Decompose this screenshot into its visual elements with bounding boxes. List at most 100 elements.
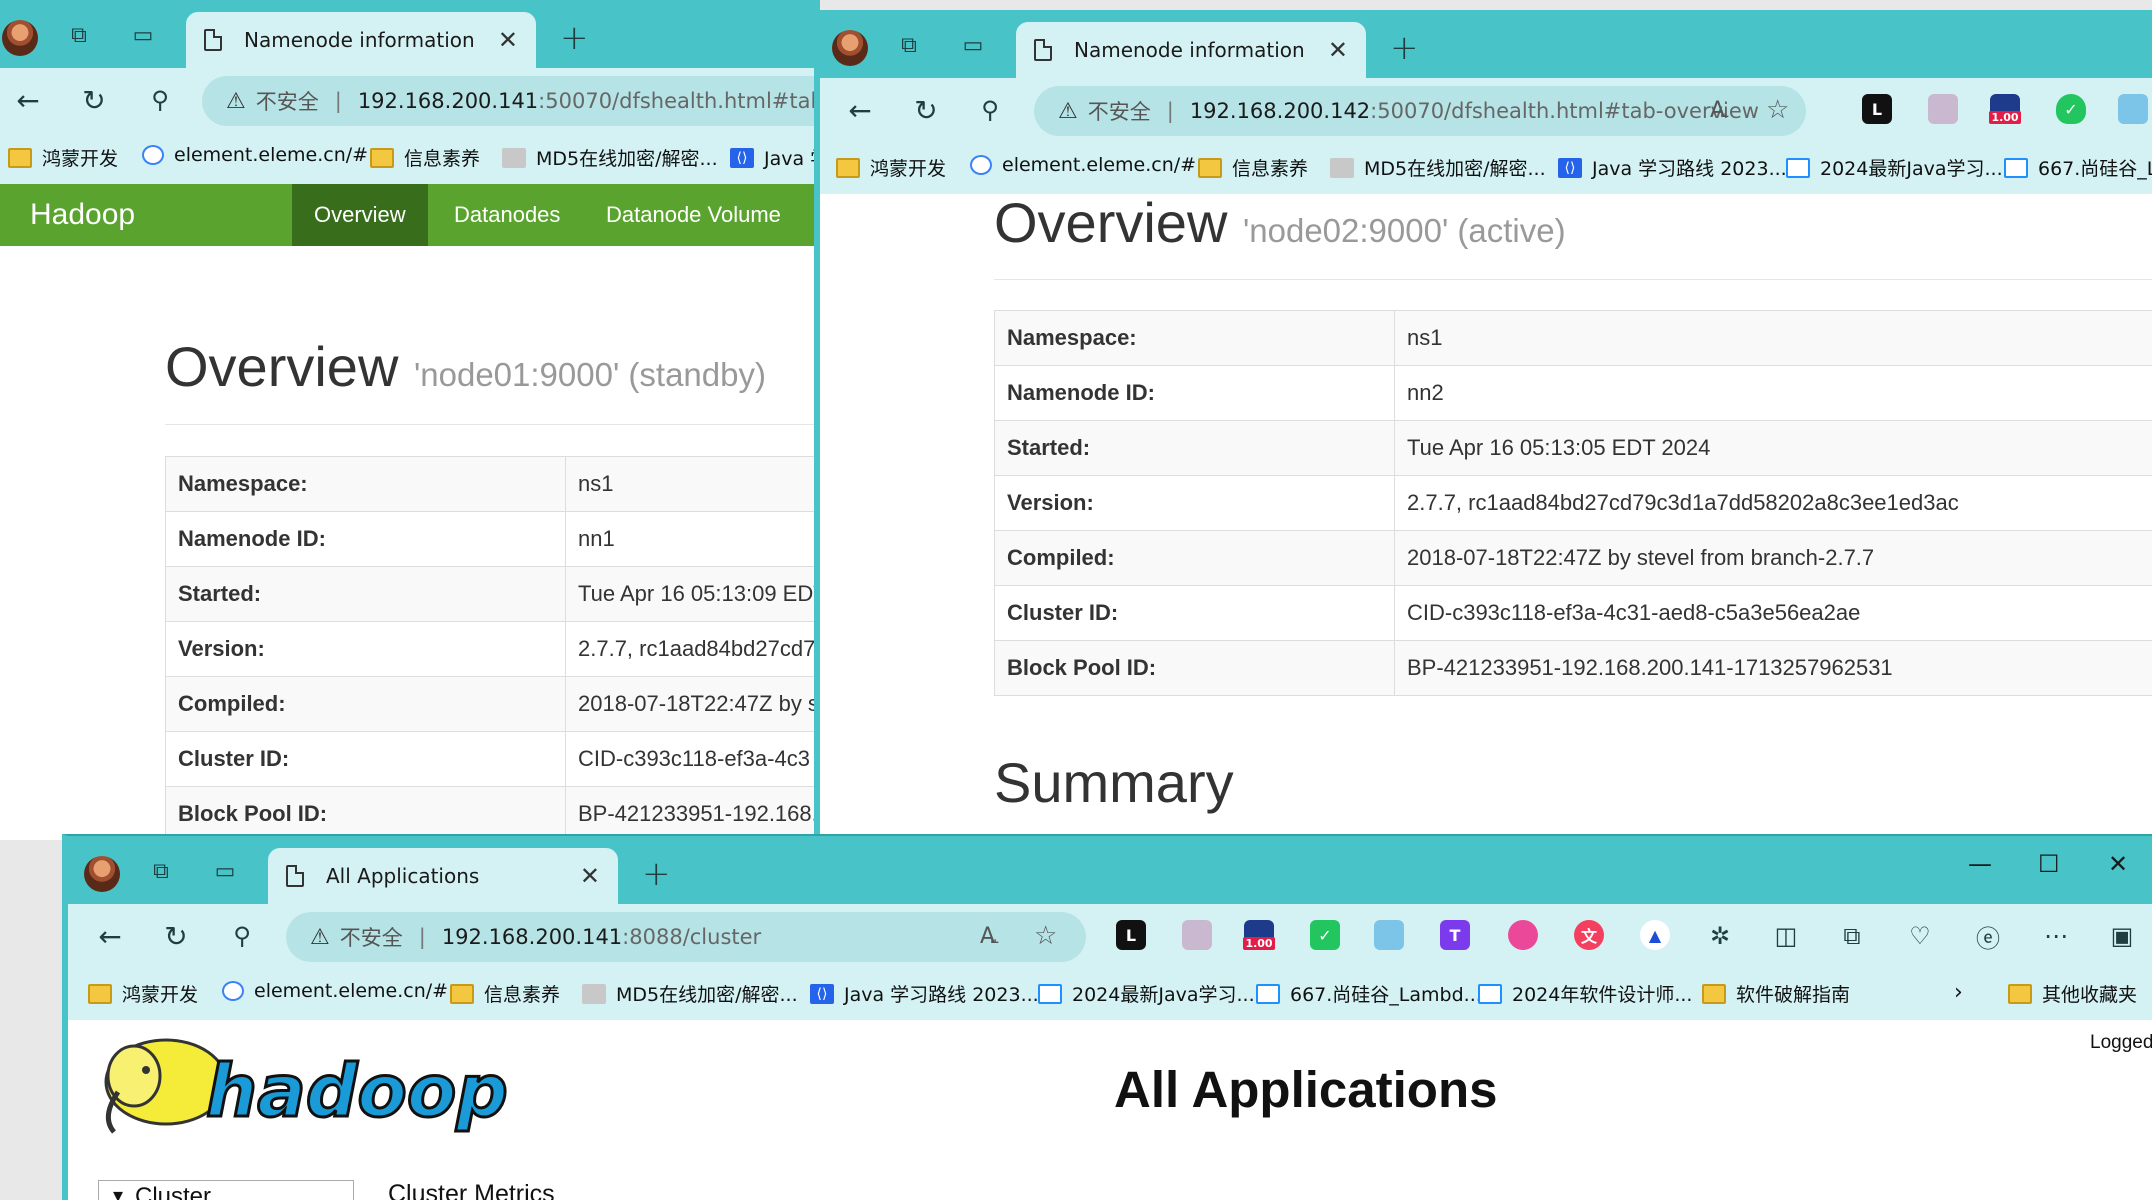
info-key: Block Pool ID:: [165, 786, 566, 840]
tab-namenode-info[interactable]: Namenode information ✕: [186, 12, 536, 68]
address-bar[interactable]: ⚠ 不安全 | 192.168.200.141:50070/dfshealth.…: [202, 76, 820, 126]
new-tab-button[interactable]: +: [560, 18, 589, 58]
bookmark-item[interactable]: 鸿蒙开发: [8, 144, 118, 171]
back-icon[interactable]: ←: [92, 918, 128, 954]
refresh-icon[interactable]: ↻: [76, 82, 112, 118]
refresh-icon[interactable]: ↻: [158, 918, 194, 954]
split-screen-icon[interactable]: ◫: [1768, 918, 1804, 954]
new-tab-button[interactable]: +: [1390, 28, 1419, 68]
bookmark-item[interactable]: 2024年软件设计师...: [1478, 980, 1692, 1007]
extension-triangle-icon[interactable]: ▲: [1640, 920, 1670, 950]
bookmark-item[interactable]: 软件破解指南: [1702, 980, 1850, 1007]
bookmark-item[interactable]: 667.尚硅谷_Lambd...: [1256, 980, 1482, 1007]
bookmark-item[interactable]: ⟨⟩Java 学: [730, 144, 820, 171]
tab-actions-icon[interactable]: ▭: [210, 856, 240, 886]
extension-screen-icon[interactable]: [2118, 94, 2148, 124]
extension-translate-icon[interactable]: 文: [1574, 920, 1604, 950]
profile-avatar[interactable]: [84, 856, 120, 892]
extension-brain-icon[interactable]: [1508, 920, 1538, 950]
bookmark-item[interactable]: 信息素养: [370, 144, 480, 171]
search-icon[interactable]: ⚲: [224, 918, 260, 954]
close-tab-icon[interactable]: ✕: [498, 26, 518, 54]
health-icon[interactable]: ♡: [1902, 918, 1938, 954]
info-value: BP-421233951-192.168.: [565, 786, 820, 840]
bookmark-item[interactable]: 667.尚硅谷_La: [2004, 154, 2152, 181]
info-row: Namespace: ns1: [165, 456, 820, 512]
extension-screen-icon[interactable]: [1374, 920, 1404, 950]
extension-grey-icon[interactable]: [1182, 920, 1212, 950]
address-bar[interactable]: ⚠ 不安全 | 192.168.200.141:8088/cluster A꜡ …: [286, 912, 1086, 962]
tab-namenode-info[interactable]: Namenode information ✕: [1016, 22, 1366, 78]
hadoop-logo[interactable]: hadoop: [96, 1032, 556, 1142]
extensions-puzzle-icon[interactable]: ✲: [1702, 918, 1738, 954]
bookmark-item[interactable]: MD5在线加密/解密...: [502, 144, 718, 171]
more-menu-icon[interactable]: ⋯: [2038, 918, 2074, 954]
hadoop-brand[interactable]: Hadoop: [30, 198, 135, 232]
info-value: BP-421233951-192.168.200.141-17132579625…: [1394, 640, 2152, 696]
workspaces-icon[interactable]: ⧉: [64, 20, 94, 50]
extension-t-icon[interactable]: T: [1440, 920, 1470, 950]
bookmark-item[interactable]: ⟨⟩ Java 学习路线 2023...: [810, 980, 1039, 1007]
profile-avatar[interactable]: [2, 20, 38, 56]
extension-speed-icon[interactable]: 1.00: [1243, 920, 1275, 950]
extension-l-icon[interactable]: L: [1116, 920, 1146, 950]
maximize-button[interactable]: ☐: [2038, 850, 2060, 878]
info-row: Cluster ID: CID-c393c118-ef3a-4c3: [165, 731, 820, 787]
bookmark-item[interactable]: 2024最新Java学习...: [1786, 154, 2003, 181]
bookmark-item[interactable]: element.eleme.cn/#...: [970, 154, 1214, 176]
bookmark-item[interactable]: MD5在线加密/解密...: [582, 980, 798, 1007]
ie-mode-icon[interactable]: ⓔ: [1970, 918, 2006, 954]
new-tab-button[interactable]: +: [642, 854, 671, 894]
bookmarks-bar: 鸿蒙开发 element.eleme.cn/#... 信息素养 MD5在线加密/…: [820, 142, 2152, 194]
favorite-star-icon[interactable]: ☆: [1034, 921, 1057, 951]
favorite-star-icon[interactable]: ☆: [1766, 95, 1789, 125]
read-aloud-icon[interactable]: A꜡: [980, 923, 995, 949]
warning-icon: ⚠: [226, 88, 246, 114]
bookmark-item[interactable]: 2024最新Java学习...: [1038, 980, 1255, 1007]
bookmark-item[interactable]: 鸿蒙开发: [836, 154, 946, 181]
profile-avatar[interactable]: [832, 30, 868, 66]
extension-grey-icon[interactable]: [1928, 94, 1958, 124]
search-icon[interactable]: ⚲: [142, 82, 178, 118]
extension-l-icon[interactable]: L: [1862, 94, 1892, 124]
collections-icon[interactable]: ⧉: [1834, 918, 1870, 954]
sidebar-icon[interactable]: ▣: [2104, 918, 2140, 954]
search-icon[interactable]: ⚲: [972, 92, 1008, 128]
bookmark-item[interactable]: 鸿蒙开发: [88, 980, 198, 1007]
nav-datanode-volume[interactable]: Datanode Volume Fa: [584, 184, 820, 289]
overview-table: Namespace: ns1 Namenode ID: nn2 Started: Tue …: [994, 310, 2152, 696]
address-bar[interactable]: ⚠ 不安全 | 192.168.200.142:50070/dfshealth.…: [1034, 86, 1806, 136]
minimize-button[interactable]: —: [1968, 850, 1992, 878]
tab-actions-icon[interactable]: ▭: [958, 30, 988, 60]
bookmark-item[interactable]: 信息素养: [450, 980, 560, 1007]
bookmarks-overflow-chevron-icon[interactable]: ›: [1954, 980, 1963, 1005]
nav-datanodes[interactable]: Datanodes: [432, 184, 582, 246]
extension-shield-icon[interactable]: ✓: [2056, 94, 2086, 124]
overview-heading: Overview 'node02:9000' (active): [994, 191, 1566, 254]
browser-window-node02: ⧉ ▭ Namenode information ✕ + ← ↻ ⚲ ⚠ 不安全…: [814, 10, 2152, 910]
info-row: Namenode ID: nn2: [994, 365, 2152, 421]
cluster-menu-toggle[interactable]: Cluster: [98, 1180, 354, 1200]
refresh-icon[interactable]: ↻: [908, 92, 944, 128]
bilibili-icon: [1256, 983, 1280, 1004]
close-tab-icon[interactable]: ✕: [1328, 36, 1348, 64]
tab-all-applications[interactable]: All Applications ✕: [268, 848, 618, 904]
extension-shield-icon[interactable]: ✓: [1310, 920, 1340, 950]
extension-speed-icon[interactable]: 1.00: [1989, 94, 2021, 124]
bookmark-item[interactable]: ⟨⟩ Java 学习路线 2023...: [1558, 154, 1787, 181]
info-key: Started:: [994, 420, 1395, 476]
read-aloud-icon[interactable]: A꜡: [1710, 97, 1725, 123]
nav-overview[interactable]: Overview: [292, 184, 428, 246]
close-window-button[interactable]: ✕: [2108, 850, 2128, 878]
bookmark-item[interactable]: MD5在线加密/解密...: [1330, 154, 1546, 181]
bookmark-item[interactable]: element.eleme.cn/#...: [222, 980, 466, 1002]
close-tab-icon[interactable]: ✕: [580, 862, 600, 890]
workspaces-icon[interactable]: ⧉: [894, 30, 924, 60]
workspaces-icon[interactable]: ⧉: [146, 856, 176, 886]
bookmark-item[interactable]: element.eleme.cn/#...: [142, 144, 386, 166]
back-icon[interactable]: ←: [842, 92, 878, 128]
other-bookmarks[interactable]: 其他收藏夹: [2008, 980, 2137, 1007]
tab-actions-icon[interactable]: ▭: [128, 20, 158, 50]
bookmark-item[interactable]: 信息素养: [1198, 154, 1308, 181]
back-icon[interactable]: ←: [10, 82, 46, 118]
